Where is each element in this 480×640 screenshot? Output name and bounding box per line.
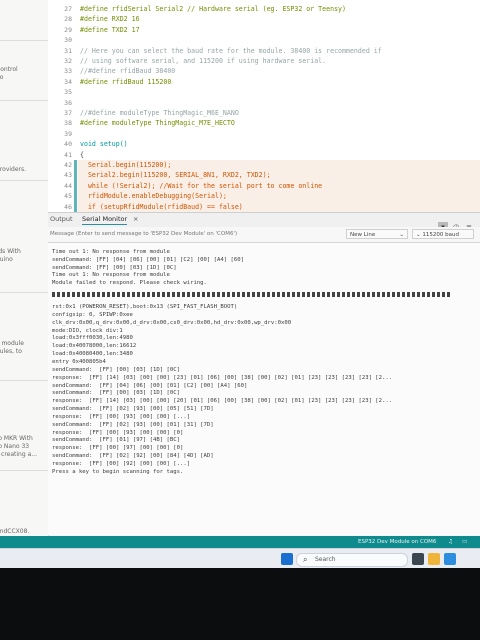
serial-line: sendCommand: [FF] [00] [03] [1D] [0C]: [52, 390, 180, 397]
library-text-fragment: providers.: [0, 166, 27, 173]
serial-line: sendCommand: [FF] [04] [06] [00] [01] [C…: [52, 382, 248, 389]
serial-line: sendCommand: [FF] [02] [93] [00] [05] [5…: [52, 406, 214, 413]
tab-serial-monitor[interactable]: Serial Monitor: [82, 215, 128, 225]
serial-line: Press a key to begin scanning for tags.: [52, 468, 184, 475]
line-number: 46: [64, 202, 72, 211]
library-text-fragment: x module: [0, 340, 24, 347]
serial-line: rst:0x1 (POWERON_RESET),boot:0x13 (SPI_F…: [52, 304, 238, 310]
search-icon: ⌕: [303, 555, 308, 564]
divider: [0, 180, 48, 181]
serial-line: load:0x40080400,len:3480: [52, 351, 133, 358]
serial-line: response: [FF] [00] [93] [00] [00] [...]: [52, 413, 191, 420]
library-text-fragment: duino: [0, 256, 13, 263]
serial-line: mode:DIO, clock div:1: [52, 327, 123, 334]
divider: [0, 380, 48, 381]
serial-input-bar: New Line ⌄ ⌄ 115200 baud: [48, 227, 480, 243]
divider: [0, 40, 48, 41]
garbage-characters-row: [52, 292, 452, 297]
arduino-ide-window: Controlno providers. rds Withduino x module…: [0, 0, 480, 590]
monitor-bezel: [0, 568, 480, 640]
message-input[interactable]: [50, 229, 340, 239]
serial-line: entry 0x400805b4: [52, 358, 106, 365]
serial-line: sendCommand: [FF] [04] [06] [00] [01] [C…: [52, 256, 244, 263]
search-label: Search: [315, 556, 336, 563]
serial-line: response: [FF] [00] [97] [00] [00] [0]: [52, 445, 184, 452]
library-text-fragment: to MKR With: [0, 435, 33, 442]
line-ending-select[interactable]: New Line ⌄: [346, 229, 408, 239]
library-text-fragment: to Nano 33: [0, 443, 30, 450]
serial-line: Module failed to respond. Please check w…: [52, 280, 207, 287]
gutter-marker: [74, 201, 77, 212]
serial-line: configsip: 0, SPIWP:0xee: [52, 311, 133, 318]
line-ending-value: New Line: [350, 232, 376, 238]
task-view-icon[interactable]: [412, 553, 424, 565]
board-status[interactable]: ESP32 Dev Module on COM6: [358, 537, 436, 547]
notification-icon[interactable]: ♫: [448, 537, 453, 547]
library-manager-pane: Controlno providers. rds Withduino x module…: [0, 0, 49, 536]
divider: [0, 470, 48, 471]
serial-line: Time out 1: No response from module: [52, 272, 170, 279]
serial-line: load:0x40078000,len:16612: [52, 343, 137, 350]
serial-line: Time out 1: No response from module: [52, 249, 170, 255]
windows-taskbar: ⌕ Search: [0, 548, 480, 569]
serial-line: sendCommand: [FF] [00] [03] [1D] [0C]: [52, 264, 177, 271]
bottom-panel-tabs: Output Serial Monitor × ▾◷≡: [48, 212, 480, 232]
serial-line: sendCommand: [FF] [02] [93] [00] [01] [3…: [52, 421, 214, 428]
code-line[interactable]: 46 if (setupRfidModule(rfidBaud) == fals…: [48, 201, 480, 212]
taskbar-search[interactable]: ⌕ Search: [296, 553, 408, 567]
baud-rate-select[interactable]: ⌄ 115200 baud: [412, 229, 474, 239]
serial-monitor-output[interactable]: Time out 1: No response from module sendC…: [48, 243, 480, 535]
library-text-fragment: dules, to: [0, 348, 22, 355]
serial-line: sendCommand: [FF] [02] [92] [00] [84] [4…: [52, 453, 214, 460]
serial-line: response: [FF] [14] [03] [00] [00] [20] …: [52, 398, 393, 405]
serial-line: response: [FF] [00] [92] [00] [00] [...]: [52, 461, 191, 467]
library-text-fragment: Control: [0, 66, 18, 73]
library-text-fragment: s creating a...: [0, 451, 37, 458]
library-text-fragment: endCCX08.: [0, 528, 30, 535]
code-editor[interactable]: 27 #define rfidSerial Serial2 // Hardware…: [48, 0, 480, 212]
library-text-fragment: no: [0, 74, 4, 81]
tab-output[interactable]: Output: [50, 215, 73, 223]
serial-line: response: [FF] [14] [03] [00] [00] [23] …: [52, 374, 393, 381]
widgets-icon[interactable]: [444, 553, 456, 565]
serial-line: sendCommand: [FF] [01] [97] [4B] [BC]: [52, 437, 180, 444]
chevron-down-icon: ⌄: [399, 232, 404, 238]
divider: [0, 292, 48, 293]
serial-line: response: [FF] [00] [93] [00] [00] [0]: [52, 429, 184, 436]
close-panel-icon[interactable]: ▭: [462, 537, 467, 547]
serial-line: clk_drv:0x00,q_drv:0x00,d_drv:0x00,cs0_d…: [52, 319, 292, 326]
code-text: if (setupRfidModule(rfidBaud) == false): [80, 202, 243, 211]
serial-line: load:0x3fff0030,len:4980: [52, 335, 133, 342]
close-icon[interactable]: ×: [133, 215, 138, 223]
windows-start-icon[interactable]: [281, 553, 293, 565]
file-explorer-icon[interactable]: [428, 553, 440, 565]
divider: [0, 100, 48, 101]
baud-rate-value: 115200 baud: [422, 232, 459, 238]
status-bar: ESP32 Dev Module on COM6 ♫ ▭: [0, 536, 480, 548]
serial-line: sendCommand: [FF] [00] [03] [1D] [0C]: [52, 366, 180, 373]
library-text-fragment: rds With: [0, 248, 21, 255]
